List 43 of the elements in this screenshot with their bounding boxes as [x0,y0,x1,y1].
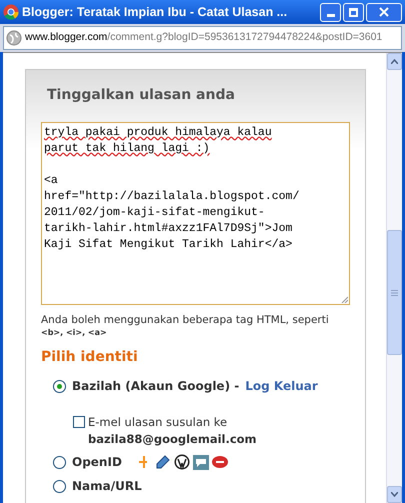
scroll-thumb[interactable] [387,230,402,355]
comment-field[interactable] [41,122,350,305]
scroll-down-button[interactable] [387,486,402,503]
close-icon [379,7,389,17]
close-button[interactable] [366,2,402,22]
caret-up-icon [391,59,398,64]
identity-label: Nama/URL [72,478,142,495]
scroll-up-button[interactable] [387,53,402,70]
html-tags: <b>, <i>, <a> [41,327,350,339]
scrollbar[interactable] [386,53,402,503]
comment-line: tarikh-lahir.html#axzz1FAl7D9Sj">Jom [44,222,292,235]
radio-button[interactable] [53,480,66,492]
panel-title: Tinggalkan ulasan anda [46,86,236,105]
radio-button[interactable] [53,380,66,392]
identity-heading: Pilih identiti [41,348,139,367]
identity-label: Bazilah (Akaun Google) - [72,378,240,395]
comment-line: parut tak hilang lagi :) [44,142,210,155]
address-bar[interactable]: www.blogger.com/comment.g?blogID=5953613172794478224&postID=3601 [3,26,402,50]
identity-label: OpenID [72,454,122,471]
window-title: Blogger: Teratak Impian Ibu - Catat Ulasan ... [22,4,288,21]
grip-icon [391,290,398,296]
email-address: bazila88@googlemail.com [88,431,257,448]
comment-line: href="http://bazilalala.blogspot.com/ [44,190,300,203]
comment-line: tryla pakai produk himalaya kalau [44,126,272,139]
wordpress-icon [174,454,190,470]
globe-icon [6,30,22,46]
comment-line: 2011/02/jom-kaji-sifat-mengikut- [44,206,265,219]
pencil-icon [154,454,171,470]
html-hint: Anda boleh menggunakan beberapa tag HTML, seperti [41,313,330,327]
logout-link[interactable]: Log Keluar [245,377,318,395]
address-host: www.blogger.com [25,30,108,46]
maximize-button[interactable] [343,2,364,22]
comment-line: <a [44,174,58,187]
browser-icon [3,4,19,20]
minimize-button[interactable] [320,2,341,22]
checkbox[interactable] [73,416,85,428]
checkbox-label: E-mel ulasan susulan ke [88,414,228,430]
comment-line: Kaji Sifat Mengikut Tarikh Lahir</a> [44,238,292,251]
address-path: /comment.g?blogID=5953613172794478224&postID=3601 [107,30,382,46]
resize-grip-icon [341,296,348,303]
speech-bubble-icon [192,454,209,470]
caret-down-icon [391,492,398,497]
radio-button[interactable] [53,456,66,468]
